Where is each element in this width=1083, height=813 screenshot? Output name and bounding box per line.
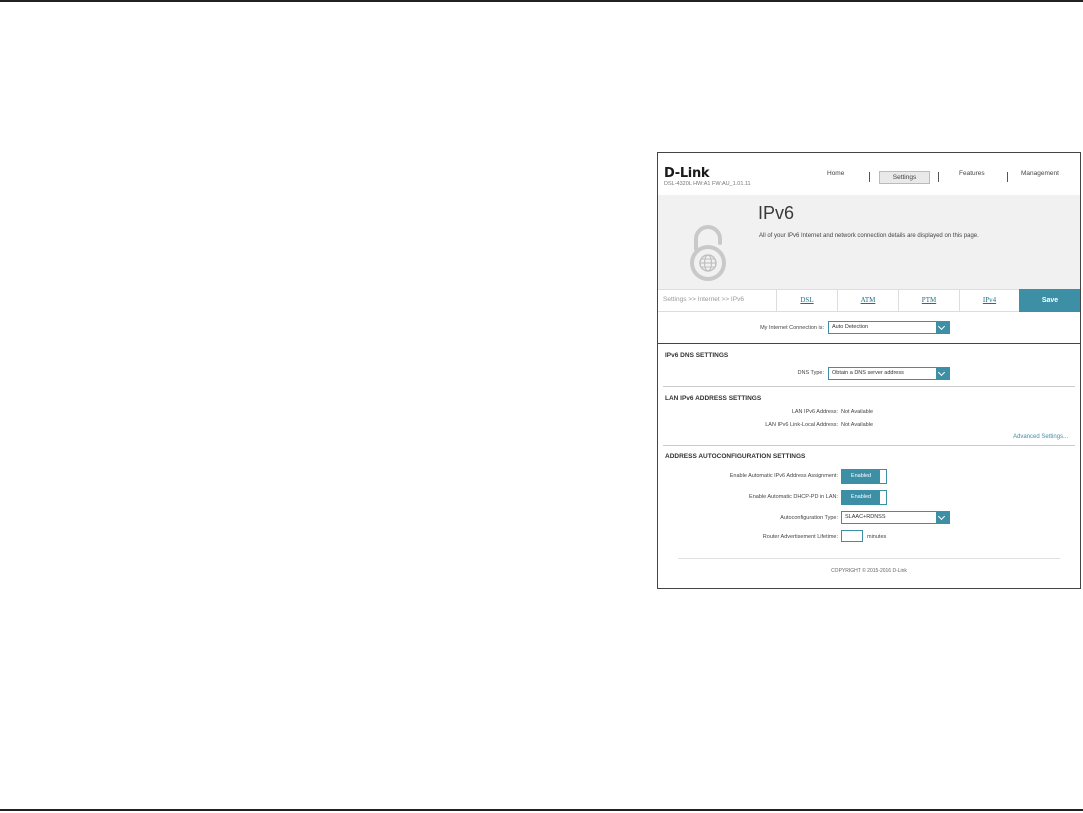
lan-ipv6-address-label: LAN IPv6 Address:: [791, 409, 838, 415]
connection-label: My Internet Connection is:: [760, 325, 824, 331]
connection-select[interactable]: Auto Detection: [828, 321, 950, 334]
chevron-down-icon: [936, 368, 949, 379]
autoconf-type-select[interactable]: SLAAC+RDNSS: [841, 511, 950, 524]
nav-settings[interactable]: Settings: [879, 171, 930, 184]
header: D-Link DSL-4320L HW:A1 FW:AU_1.01.11 Hom…: [658, 153, 1080, 195]
tab-atm[interactable]: ATM: [837, 290, 898, 311]
dns-section-title: IPv6 DNS SETTINGS: [665, 352, 729, 359]
footer-separator: [678, 558, 1060, 559]
auto-ipv6-toggle[interactable]: Enabled: [841, 469, 887, 484]
autoconf-type-label: Autoconfiguration Type:: [780, 515, 838, 521]
chevron-down-icon: [936, 322, 949, 333]
lock-globe-icon: [690, 225, 726, 281]
lan-ipv6-address-value: Not Available: [841, 409, 874, 415]
dns-type-label: DNS Type:: [797, 370, 825, 376]
page-title: IPv6: [758, 203, 795, 223]
advanced-settings-link[interactable]: Advanced Settings...: [1013, 434, 1068, 440]
section-divider: [658, 343, 1080, 344]
nav-separator: [869, 172, 870, 182]
save-button[interactable]: Save: [1019, 289, 1080, 312]
tab-ipv4[interactable]: IPv4: [959, 290, 1019, 311]
auto-ipv6-toggle-state: Enabled: [842, 470, 880, 483]
breadcrumb: Settings >> Internet >> IPv6: [663, 296, 744, 303]
model-info: DSL-4320L HW:A1 FW:AU_1.01.11: [664, 181, 751, 187]
auto-ipv6-label: Enable Automatic IPv6 Address Assignment…: [729, 473, 838, 479]
page-banner: IPv6 All of your IPv6 Internet and netwo…: [658, 195, 1080, 289]
lan-linklocal-value: Not Available: [841, 422, 874, 428]
section-separator: [663, 386, 1075, 387]
chevron-down-icon: [936, 512, 949, 523]
connection-select-value: Auto Detection: [832, 324, 869, 330]
autoconf-type-value: SLAAC+RDNSS: [845, 514, 886, 520]
ra-lifetime-unit: minutes: [867, 534, 887, 540]
nav-home[interactable]: Home: [827, 170, 844, 177]
router-ui-screenshot: D-Link DSL-4320L HW:A1 FW:AU_1.01.11 Hom…: [657, 152, 1081, 589]
dns-type-select[interactable]: Obtain a DNS server address: [828, 367, 950, 380]
lan-linklocal-label: LAN IPv6 Link-Local Address:: [765, 422, 838, 428]
nav-separator: [938, 172, 939, 182]
page-bottom-rule: [0, 809, 1083, 811]
copyright: COPYRIGHT © 2015-2016 D-Link: [831, 568, 907, 574]
page-description: All of your IPv6 Internet and network co…: [759, 233, 979, 239]
dhcp-pd-toggle-state: Enabled: [842, 491, 880, 504]
dns-type-value: Obtain a DNS server address: [832, 370, 904, 376]
dhcp-pd-toggle[interactable]: Enabled: [841, 490, 887, 505]
tab-bar: Settings >> Internet >> IPv6 DSL ATM PTM…: [658, 289, 1080, 312]
section-separator: [663, 445, 1075, 446]
ra-lifetime-input[interactable]: [841, 530, 863, 542]
dlink-logo: D-Link: [664, 166, 710, 181]
page-top-rule: [0, 0, 1083, 2]
autoconf-section-title: ADDRESS AUTOCONFIGURATION SETTINGS: [665, 453, 806, 460]
nav-management[interactable]: Management: [1021, 170, 1059, 177]
nav-features[interactable]: Features: [959, 170, 985, 177]
ra-lifetime-label: Router Advertisement Lifetime:: [762, 534, 838, 540]
tab-dsl[interactable]: DSL: [776, 290, 837, 311]
nav-separator: [1007, 172, 1008, 182]
tab-ptm[interactable]: PTM: [898, 290, 959, 311]
dhcp-pd-label: Enable Automatic DHCP-PD in LAN:: [749, 494, 838, 500]
lan-section-title: LAN IPv6 ADDRESS SETTINGS: [665, 395, 762, 402]
